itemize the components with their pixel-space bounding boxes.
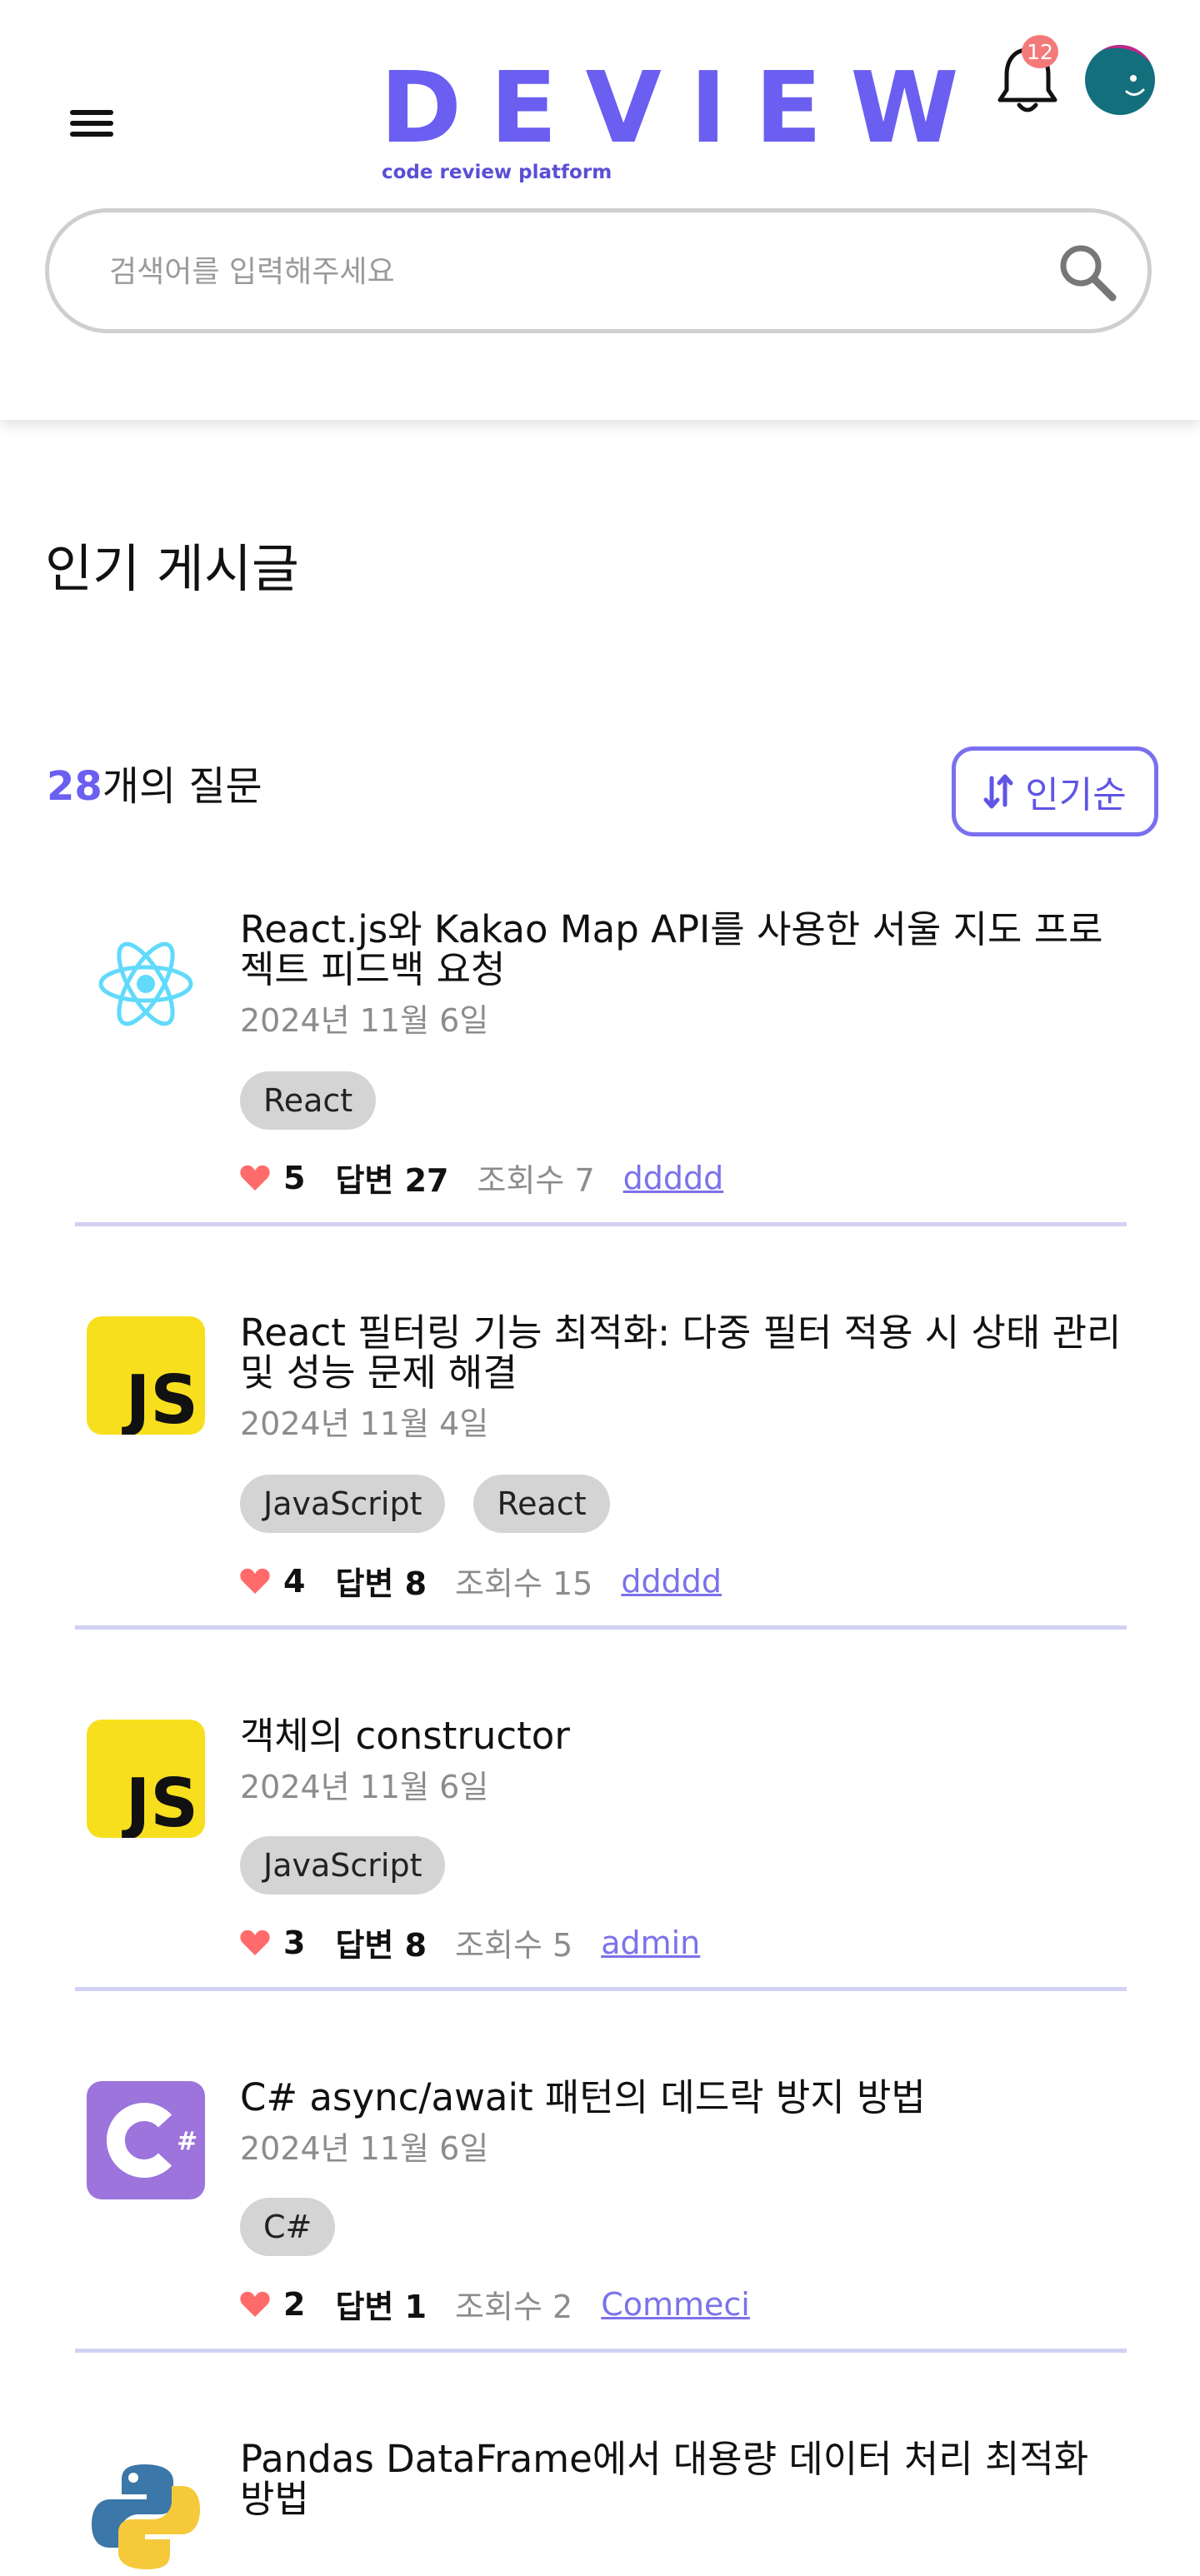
deview-logo[interactable]: DEVIEW code review platform [380, 50, 988, 183]
question-count: 28개의 질문 [47, 766, 262, 806]
tag-chip[interactable]: React [240, 1071, 377, 1130]
post-title[interactable]: React.js와 Kakao Map API를 사용한 서울 지도 프로젝트 … [240, 910, 1123, 990]
question-count-suffix: 개의 질문 [102, 763, 262, 810]
question-count-number: 28 [47, 763, 102, 810]
answer-count: 답변 8 [335, 1927, 428, 1964]
search-input[interactable] [108, 212, 1028, 331]
author-link[interactable]: admin [601, 1925, 700, 1961]
author-link[interactable]: ddddd [623, 1160, 724, 1196]
svg-text:JS: JS [122, 1765, 198, 1838]
top-header: DEVIEW code review platform 12 [0, 0, 1200, 420]
author-link[interactable]: Commeci [601, 2286, 750, 2323]
like-count: 2 [283, 2285, 306, 2323]
post-title[interactable]: C# async/await 패턴의 데드락 방지 방법 [240, 2078, 1123, 2118]
python-icon [92, 2464, 200, 2569]
post-date: 2024년 11월 6일 [240, 2130, 489, 2167]
javascript-icon: JS [87, 1316, 205, 1435]
post-divider [75, 1987, 1127, 1991]
sort-button[interactable]: 인기순 [952, 746, 1158, 836]
post-item[interactable]: Pandas DataFrame에서 대용량 데이터 처리 최적화 방법 [75, 2439, 1127, 2569]
csharp-icon: # [87, 2081, 205, 2199]
logo-wordmark: DEVIEW [380, 50, 988, 165]
post-title[interactable]: React 필터링 기능 최적화: 다중 필터 적용 시 상태 관리 및 성능 … [240, 1313, 1123, 1393]
tag-list: JavaScript [240, 1836, 446, 1895]
post-date: 2024년 11월 6일 [240, 1002, 489, 1039]
tag-chip[interactable]: React [473, 1475, 610, 1533]
author-link[interactable]: ddddd [621, 1563, 722, 1600]
like-count: 5 [283, 1159, 306, 1196]
post-stats: 5 답변 27 조회수 7 ddddd [240, 1155, 723, 1201]
like-count: 4 [283, 1562, 306, 1600]
post-date: 2024년 11월 6일 [240, 1769, 489, 1805]
post-item[interactable]: JS React 필터링 기능 최적화: 다중 필터 적용 시 상태 관리 및 … [75, 1313, 1127, 1635]
svg-text:#: # [177, 2127, 198, 2156]
heart-icon [240, 2291, 270, 2317]
tag-list: JavaScript React [240, 1475, 610, 1533]
post-divider [75, 1222, 1127, 1226]
search-bar[interactable] [45, 208, 1152, 333]
post-divider [75, 2349, 1127, 2353]
sort-arrows-icon [983, 774, 1013, 809]
view-count: 조회수 15 [455, 1565, 593, 1602]
answer-count: 답변 27 [335, 1162, 449, 1199]
answer-count: 답변 1 [335, 2289, 428, 2325]
answer-count: 답변 8 [335, 1565, 428, 1602]
tag-list: React [240, 1071, 377, 1130]
svg-text:JS: JS [122, 1361, 198, 1435]
search-icon[interactable] [1056, 241, 1119, 304]
tag-list: C# [240, 2198, 336, 2256]
post-title[interactable]: 객체의 constructor [240, 1716, 1123, 1756]
post-stats: 4 답변 8 조회수 15 ddddd [240, 1558, 722, 1604]
post-stats: 2 답변 1 조회수 2 Commeci [240, 2281, 750, 2327]
heart-icon [240, 1165, 270, 1191]
post-divider [75, 1625, 1127, 1630]
javascript-icon: JS [87, 1720, 205, 1838]
tag-chip[interactable]: JavaScript [240, 1475, 446, 1533]
tag-chip[interactable]: JavaScript [240, 1836, 446, 1895]
like-count: 3 [283, 1924, 306, 1961]
view-count: 조회수 2 [455, 2289, 573, 2325]
notification-badge: 12 [1022, 35, 1058, 68]
post-item[interactable]: React.js와 Kakao Map API를 사용한 서울 지도 프로젝트 … [75, 910, 1127, 1231]
view-count: 조회수 7 [477, 1162, 595, 1199]
user-avatar[interactable] [1085, 45, 1155, 115]
post-item[interactable]: # C# async/await 패턴의 데드락 방지 방법 2024년 11월… [75, 2078, 1127, 2358]
post-date: 2024년 11월 4일 [240, 1405, 489, 1442]
hamburger-menu-icon[interactable] [70, 110, 113, 143]
tag-chip[interactable]: C# [240, 2198, 336, 2256]
sort-label: 인기순 [1025, 774, 1127, 816]
heart-icon [240, 1568, 270, 1594]
section-title: 인기 게시글 [45, 538, 299, 599]
post-stats: 3 답변 8 조회수 5 admin [240, 1920, 700, 1965]
view-count: 조회수 5 [455, 1927, 573, 1964]
post-title[interactable]: Pandas DataFrame에서 대용량 데이터 처리 최적화 방법 [240, 2439, 1123, 2519]
post-item[interactable]: JS 객체의 constructor 2024년 11월 6일 JavaScri… [75, 1716, 1127, 1996]
react-icon [98, 941, 193, 1026]
heart-icon [240, 1930, 270, 1955]
